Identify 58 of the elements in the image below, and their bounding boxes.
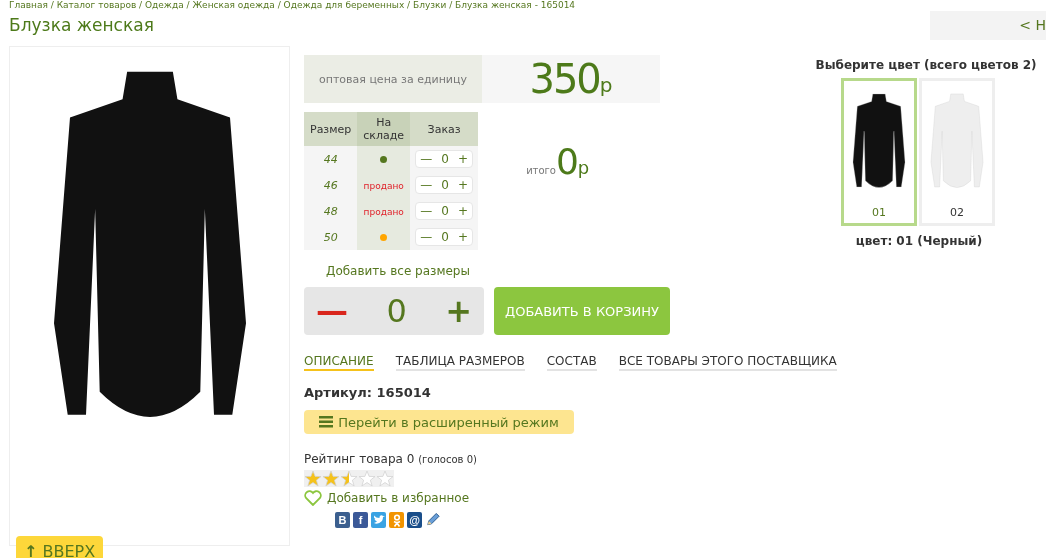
plus-button[interactable]: +	[445, 295, 472, 327]
tab[interactable]: ОПИСАНИЕ	[304, 354, 374, 371]
size-cell: 44	[304, 146, 358, 172]
minus-button[interactable]: —	[420, 178, 433, 192]
quantity-value: 0	[441, 204, 449, 218]
star-icon	[358, 470, 376, 487]
advanced-mode-button[interactable]: Перейти в расширенный режим	[304, 410, 574, 434]
minus-button[interactable]: —	[420, 230, 433, 244]
heart-icon	[304, 490, 322, 506]
price-label: оптовая цена за единицу	[304, 55, 482, 103]
add-to-favorites-link[interactable]: Добавить в избранное	[304, 490, 470, 506]
quantity-value: 0	[441, 230, 449, 244]
sold-out-label: продано	[363, 180, 404, 191]
minus-button[interactable]: —	[420, 152, 433, 166]
quantity-value: 0	[441, 152, 449, 166]
add-all-sizes-link[interactable]: Добавить все размеры	[326, 264, 470, 278]
page-title: Блузка женская	[9, 15, 154, 35]
minus-button[interactable]: —	[316, 295, 348, 327]
minus-button[interactable]: —	[420, 204, 433, 218]
color-swatch[interactable]: 02	[919, 78, 995, 226]
column-header: Размер	[304, 112, 358, 146]
star-rating[interactable]	[304, 470, 394, 487]
color-picker-title: Выберите цвет (всего цветов 2)	[815, 58, 1037, 72]
tab[interactable]: ВСЕ ТОВАРЫ ЭТОГО ПОСТАВЩИКА	[618, 354, 837, 371]
plus-button[interactable]: +	[457, 178, 468, 192]
tab[interactable]: СОСТАВ	[546, 354, 597, 371]
share-icon[interactable]: f	[353, 512, 368, 528]
share-icon[interactable]: В	[335, 512, 350, 528]
article-number: Артикул: 165014	[304, 385, 431, 400]
share-icon[interactable]: @	[407, 512, 422, 528]
sold-out-label: продано	[363, 206, 404, 217]
list-icon	[319, 416, 334, 428]
plus-button[interactable]: +	[457, 230, 468, 244]
star-icon	[340, 470, 358, 487]
back-button[interactable]: < Н	[930, 10, 1046, 40]
size-cell: 48	[304, 198, 358, 224]
breadcrumb: Главная / Каталог товаров / Одежда / Женская одежда / Одежда для беременных / Блузки / Блузка женская - 165014	[8, 0, 577, 10]
star-icon	[304, 470, 322, 487]
share-icon[interactable]	[389, 512, 404, 528]
plus-button[interactable]: +	[457, 152, 468, 166]
scroll-top-button[interactable]: ↑ ВВЕРХ	[16, 536, 104, 558]
rating-text: Рейтинг товара 0 (голосов 0)	[304, 452, 477, 466]
column-header: На складе	[357, 112, 411, 146]
selected-color-label: цвет: 01 (Черный)	[855, 234, 983, 248]
tab[interactable]: ТАБЛИЦА РАЗМЕРОВ	[395, 354, 525, 371]
star-icon	[376, 470, 394, 487]
price-value: 350р	[482, 55, 660, 103]
quantity-value: 0	[441, 178, 449, 192]
size-cell: 50	[304, 224, 358, 250]
plus-button[interactable]: +	[457, 204, 468, 218]
star-icon	[322, 470, 340, 487]
total-value: 0р	[555, 140, 589, 182]
column-header: Заказ	[410, 112, 479, 146]
quantity-value: 0	[386, 292, 407, 330]
share-icon[interactable]	[371, 512, 386, 528]
total-label: итого	[526, 164, 556, 176]
color-swatch[interactable]: 01	[841, 78, 917, 226]
size-cell: 46	[304, 172, 358, 198]
